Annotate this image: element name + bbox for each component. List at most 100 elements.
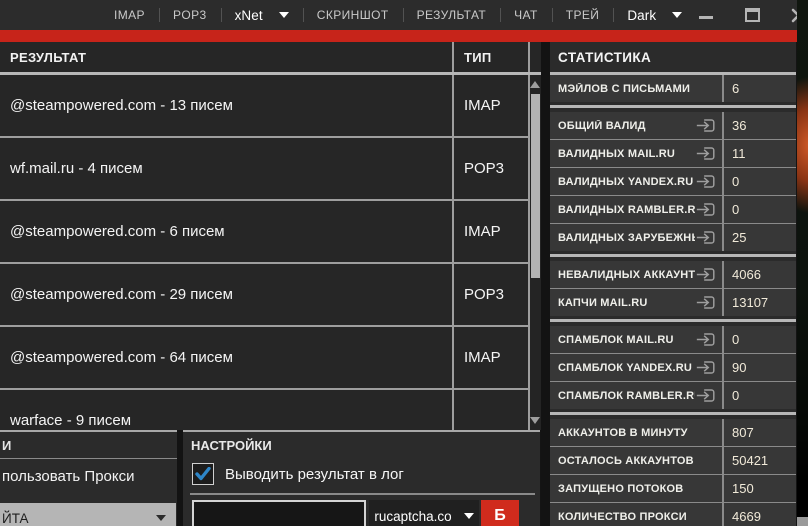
stat-value: 0 [722,168,796,195]
result-cell: warface - 9 писем [0,390,452,430]
open-list-arrow-icon[interactable] [695,294,717,311]
captcha-service-value: rucaptcha.co [374,509,451,524]
result-cell: @steampowered.com - 13 писем [0,75,452,136]
open-list-arrow-icon[interactable] [695,145,717,162]
open-list-arrow-icon[interactable] [695,266,717,283]
menu-separator [403,8,404,22]
menu-item[interactable]: IMAP [100,0,159,30]
menu-item[interactable]: ЧАТ [500,0,552,30]
menu-item-label: ТРЕЙ [566,8,600,22]
open-list-arrow-icon[interactable] [695,173,717,190]
statistics-title: СТАТИСТИКА [550,42,796,75]
menu-item-label: ЧАТ [514,8,538,22]
table-row[interactable]: warface - 9 писем [0,390,528,430]
stat-label: ОСТАЛОСЬ АККАУНТОВ [558,455,717,467]
open-list-arrow-icon[interactable] [695,359,717,376]
menu-separator [303,8,304,22]
scroll-up-icon[interactable] [530,81,540,88]
captcha-key-input[interactable] [192,500,366,526]
stat-row: ОБЩИЙ ВАЛИД 36 [550,112,796,139]
type-cell: IMAP [452,201,528,262]
log-checkbox-label: Выводить результат в лог [225,466,404,483]
stat-row: ЗАПУЩЕНО ПОТОКОВ 150 [550,474,796,502]
type-cell: IMAP [452,327,528,388]
stat-label: ВАЛИДНЫХ MAIL.RU [558,148,695,160]
results-table: РЕЗУЛЬТАТ ТИП @steampowered.com - 13 пис… [0,42,541,430]
results-table-header: РЕЗУЛЬТАТ ТИП [0,42,541,75]
table-row[interactable]: @steampowered.com - 29 писем POP3 [0,264,528,327]
top-menu: IMAP POP3 xNet СКРИНШОТ [100,0,696,30]
stat-row: ВАЛИДНЫХ YANDEX.RU 0 [550,167,796,195]
scroll-down-icon[interactable] [530,417,540,424]
table-row[interactable]: @steampowered.com - 6 писем IMAP [0,201,528,264]
open-list-arrow-icon[interactable] [695,117,717,134]
stat-label-cell: СПАМБЛОК MAIL.RU [550,326,722,353]
column-header-type[interactable]: ТИП [452,42,528,72]
maximize-button[interactable] [742,6,762,24]
stat-label: ЗАПУЩЕНО ПОТОКОВ [558,483,717,495]
checkmark-icon [195,467,211,481]
stat-label: СПАМБЛОК RAMBLER.RU [558,390,695,402]
stat-label: ОБЩИЙ ВАЛИД [558,120,695,132]
stat-value: 13107 [722,289,796,316]
minimize-button[interactable] [696,6,716,24]
stat-label-cell: АККАУНТОВ В МИНУТУ [550,419,722,446]
menu-item[interactable]: POP3 [159,0,221,30]
menu-item-label: СКРИНШОТ [317,8,389,22]
table-scrollbar[interactable] [528,75,541,430]
menu-item[interactable]: РЕЗУЛЬТАТ [403,0,501,30]
menu-item-label: РЕЗУЛЬТАТ [417,8,487,22]
log-checkbox[interactable] [192,463,214,485]
stat-label-cell: МЭЙЛОВ С ПИСЬМАМИ [550,75,722,102]
stat-label-cell: КАПЧИ MAIL.RU [550,289,722,316]
desktop-background [797,0,808,526]
menu-item[interactable]: Dark [613,0,696,30]
stat-label-cell: ОСТАЛОСЬ АККАУНТОВ [550,447,722,474]
stat-label-cell: СПАМБЛОК YANDEX.RU [550,354,722,381]
result-cell: @steampowered.com - 29 писем [0,264,452,325]
stat-value: 25 [722,224,796,251]
type-cell: POP3 [452,264,528,325]
chevron-down-icon [672,12,682,18]
stat-label: ВАЛИДНЫХ RAMBLER.RU [558,204,695,216]
stat-row: ВАЛИДНЫХ MAIL.RU 11 [550,139,796,167]
menu-item[interactable]: СКРИНШОТ [303,0,403,30]
open-list-arrow-icon[interactable] [695,387,717,404]
stat-label-cell: НЕВАЛИДНЫХ АККАУНТОВ [550,261,722,288]
stat-row: ВАЛИДНЫХ RAMBLER.RU 0 [550,195,796,223]
stat-label-cell: КОЛИЧЕСТВО ПРОКСИ [550,503,722,526]
menu-item[interactable]: ТРЕЙ [552,0,614,30]
result-cell: wf.mail.ru - 4 писем [0,138,452,199]
stat-row: НЕВАЛИДНЫХ АККАУНТОВ 4066 [550,261,796,288]
stat-label: АККАУНТОВ В МИНУТУ [558,427,717,439]
table-row[interactable]: @steampowered.com - 13 писем IMAP [0,75,528,138]
open-list-arrow-icon[interactable] [695,201,717,218]
type-cell: POP3 [452,138,528,199]
chevron-down-icon [156,515,166,521]
table-row[interactable]: wf.mail.ru - 4 писем POP3 [0,138,528,201]
stat-row: ОСТАЛОСЬ АККАУНТОВ 50421 [550,446,796,474]
captcha-service-dropdown[interactable]: rucaptcha.co [369,500,479,526]
red-b-button[interactable]: Б [481,500,519,526]
proxy-source-dropdown[interactable]: ЙТА [0,503,176,526]
menu-item-label: POP3 [173,8,207,22]
stat-label-cell: ОБЩИЙ ВАЛИД [550,112,722,139]
stat-label: СПАМБЛОК YANDEX.RU [558,362,695,374]
titlebar: IMAP POP3 xNet СКРИНШОТ [0,0,797,30]
stat-value: 0 [722,382,796,409]
stat-value: 150 [722,475,796,502]
stat-value: 50421 [722,447,796,474]
stat-value: 6 [722,75,796,102]
menu-item[interactable]: xNet [221,0,303,30]
panel-gap-vertical [541,42,550,526]
xnet-app-window: IMAP POP3 xNet СКРИНШОТ [0,0,808,526]
stat-value: 0 [722,326,796,353]
open-list-arrow-icon[interactable] [695,229,717,246]
table-row[interactable]: @steampowered.com - 64 писем IMAP [0,327,528,390]
stat-value: 11 [722,140,796,167]
proxy-panel: И пользовать Прокси ЙТА [0,430,177,526]
captcha-row: rucaptcha.co Б [192,500,540,526]
scrollbar-thumb[interactable] [531,94,540,278]
open-list-arrow-icon[interactable] [695,331,717,348]
column-header-result[interactable]: РЕЗУЛЬТАТ [0,42,452,72]
